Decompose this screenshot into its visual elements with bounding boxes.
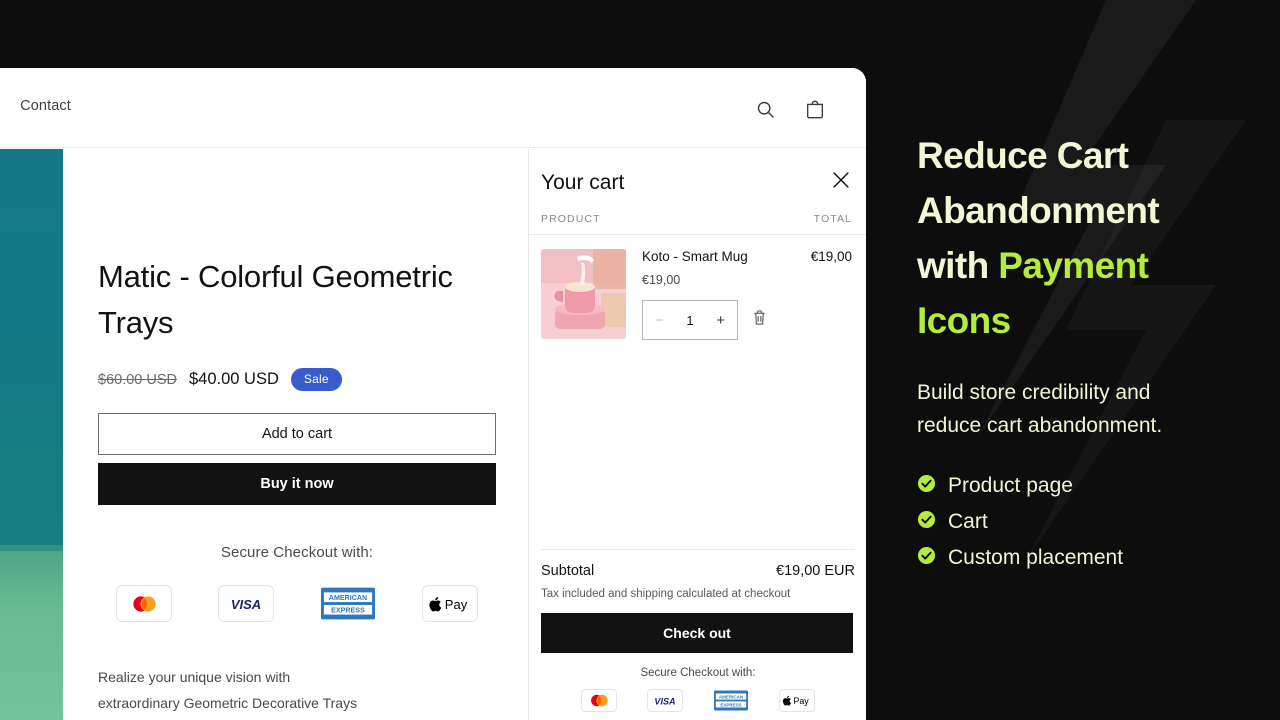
subtotal-row: Subtotal €19,00 EUR <box>541 563 855 579</box>
quantity-increase-button[interactable]: + <box>716 312 725 329</box>
description-line-2: extraordinary Geometric Decorative Trays <box>98 690 496 716</box>
svg-text:EXPRESS: EXPRESS <box>720 702 741 707</box>
check-circle-icon <box>917 510 936 534</box>
svg-text:Pay: Pay <box>445 597 468 612</box>
mastercard-icon <box>581 689 617 712</box>
promo-panel: Reduce Cart Abandonment with Payment Ico… <box>866 0 1280 720</box>
trash-icon[interactable] <box>752 309 767 331</box>
store-window: g Contact <box>0 68 866 720</box>
cart-column-headers: PRODUCT TOTAL <box>529 195 866 235</box>
product-gallery-image[interactable] <box>0 149 63 720</box>
list-item: Product page <box>917 474 1280 498</box>
cart-footer: Subtotal €19,00 EUR Tax included and shi… <box>529 549 866 720</box>
gallery-band-green <box>0 551 63 720</box>
secure-checkout-block: Secure Checkout with: VISA <box>98 544 496 622</box>
price-current: $40.00 USD <box>189 370 279 389</box>
check-circle-icon <box>917 546 936 570</box>
close-icon[interactable] <box>826 165 856 195</box>
cart-header: Your cart <box>529 149 866 195</box>
promo-subtitle: Build store credibility and reduce cart … <box>917 376 1217 442</box>
svg-text:AMERICAN: AMERICAN <box>719 694 743 699</box>
store-header: g Contact <box>0 68 866 148</box>
price-original: $60.00 USD <box>98 372 177 388</box>
list-item-label: Product page <box>948 474 1073 498</box>
product-thumbnail[interactable] <box>541 249 626 339</box>
price-row: $60.00 USD $40.00 USD Sale <box>98 368 498 391</box>
svg-text:VISA: VISA <box>231 597 261 612</box>
subtotal-value: €19,00 EUR <box>776 563 855 579</box>
shopping-bag-icon[interactable] <box>802 96 828 122</box>
checkout-button[interactable]: Check out <box>541 613 853 653</box>
svg-text:Pay: Pay <box>793 696 809 706</box>
quantity-decrease-button[interactable]: − <box>655 312 664 329</box>
svg-text:EXPRESS: EXPRESS <box>331 607 365 615</box>
mastercard-icon <box>116 585 172 622</box>
search-icon[interactable] <box>752 96 778 122</box>
promo-content: Reduce Cart Abandonment with Payment Ico… <box>866 0 1280 570</box>
cart-title: Your cart <box>541 171 852 195</box>
promo-feature-list: Product page Cart <box>917 474 1280 570</box>
secure-checkout-label: Secure Checkout with: <box>98 544 496 561</box>
cart-item-details: Koto - Smart Mug €19,00 − 1 + <box>626 249 803 340</box>
screenshot-root: g Contact <box>0 0 1280 720</box>
visa-icon: VISA <box>647 689 683 712</box>
status-badge: Sale <box>291 368 342 391</box>
cart-column-total: TOTAL <box>814 213 852 225</box>
american-express-icon: AMERICAN EXPRESS <box>713 689 749 712</box>
cart-payment-icons-row: VISA AMERICAN EXPRESS <box>541 689 855 712</box>
list-item: Cart <box>917 510 1280 534</box>
cart-item-quantity-row: − 1 + <box>642 300 803 340</box>
cart-item-unit-price: €19,00 <box>642 273 803 287</box>
apple-pay-icon: Pay <box>779 689 815 712</box>
cart-drawer: Your cart PRODUCT TOTAL <box>528 149 866 720</box>
quantity-stepper[interactable]: − 1 + <box>642 300 738 340</box>
subtotal-label: Subtotal <box>541 563 594 579</box>
quantity-value[interactable]: 1 <box>686 313 693 328</box>
page-title: Matic - Colorful Geometric Trays <box>98 254 498 346</box>
description-line-1: Realize your unique vision with <box>98 664 496 690</box>
svg-text:AMERICAN: AMERICAN <box>329 594 367 602</box>
svg-text:VISA: VISA <box>654 696 675 706</box>
gallery-band-teal <box>0 149 63 551</box>
cart-item-name[interactable]: Koto - Smart Mug <box>642 249 803 264</box>
buy-it-now-button[interactable]: Buy it now <box>98 463 496 505</box>
promo-title: Reduce Cart Abandonment with Payment Ico… <box>917 128 1237 348</box>
cart-line-item: Koto - Smart Mug €19,00 − 1 + <box>529 235 866 340</box>
cart-footer-divider <box>541 549 855 550</box>
list-item-label: Cart <box>948 510 988 534</box>
product-info-column: Matic - Colorful Geometric Trays $60.00 … <box>98 149 498 720</box>
apple-pay-icon: Pay <box>422 585 478 622</box>
nav-link-contact[interactable]: Contact <box>20 98 71 114</box>
american-express-icon: AMERICAN EXPRESS <box>320 585 376 622</box>
list-item-label: Custom placement <box>948 546 1123 570</box>
check-circle-icon <box>917 474 936 498</box>
tax-note: Tax included and shipping calculated at … <box>541 588 855 600</box>
payment-icons-row: VISA AMERICAN EXPRESS <box>98 585 496 622</box>
header-icons <box>752 96 828 122</box>
add-to-cart-button[interactable]: Add to cart <box>98 413 496 455</box>
cart-item-line-total: €19,00 <box>803 249 852 340</box>
store-nav: g Contact <box>0 98 71 114</box>
product-description: Realize your unique vision with extraord… <box>98 664 496 716</box>
cart-secure-checkout-label: Secure Checkout with: <box>541 667 855 679</box>
cart-column-product: PRODUCT <box>541 213 601 225</box>
visa-icon: VISA <box>218 585 274 622</box>
list-item: Custom placement <box>917 546 1280 570</box>
